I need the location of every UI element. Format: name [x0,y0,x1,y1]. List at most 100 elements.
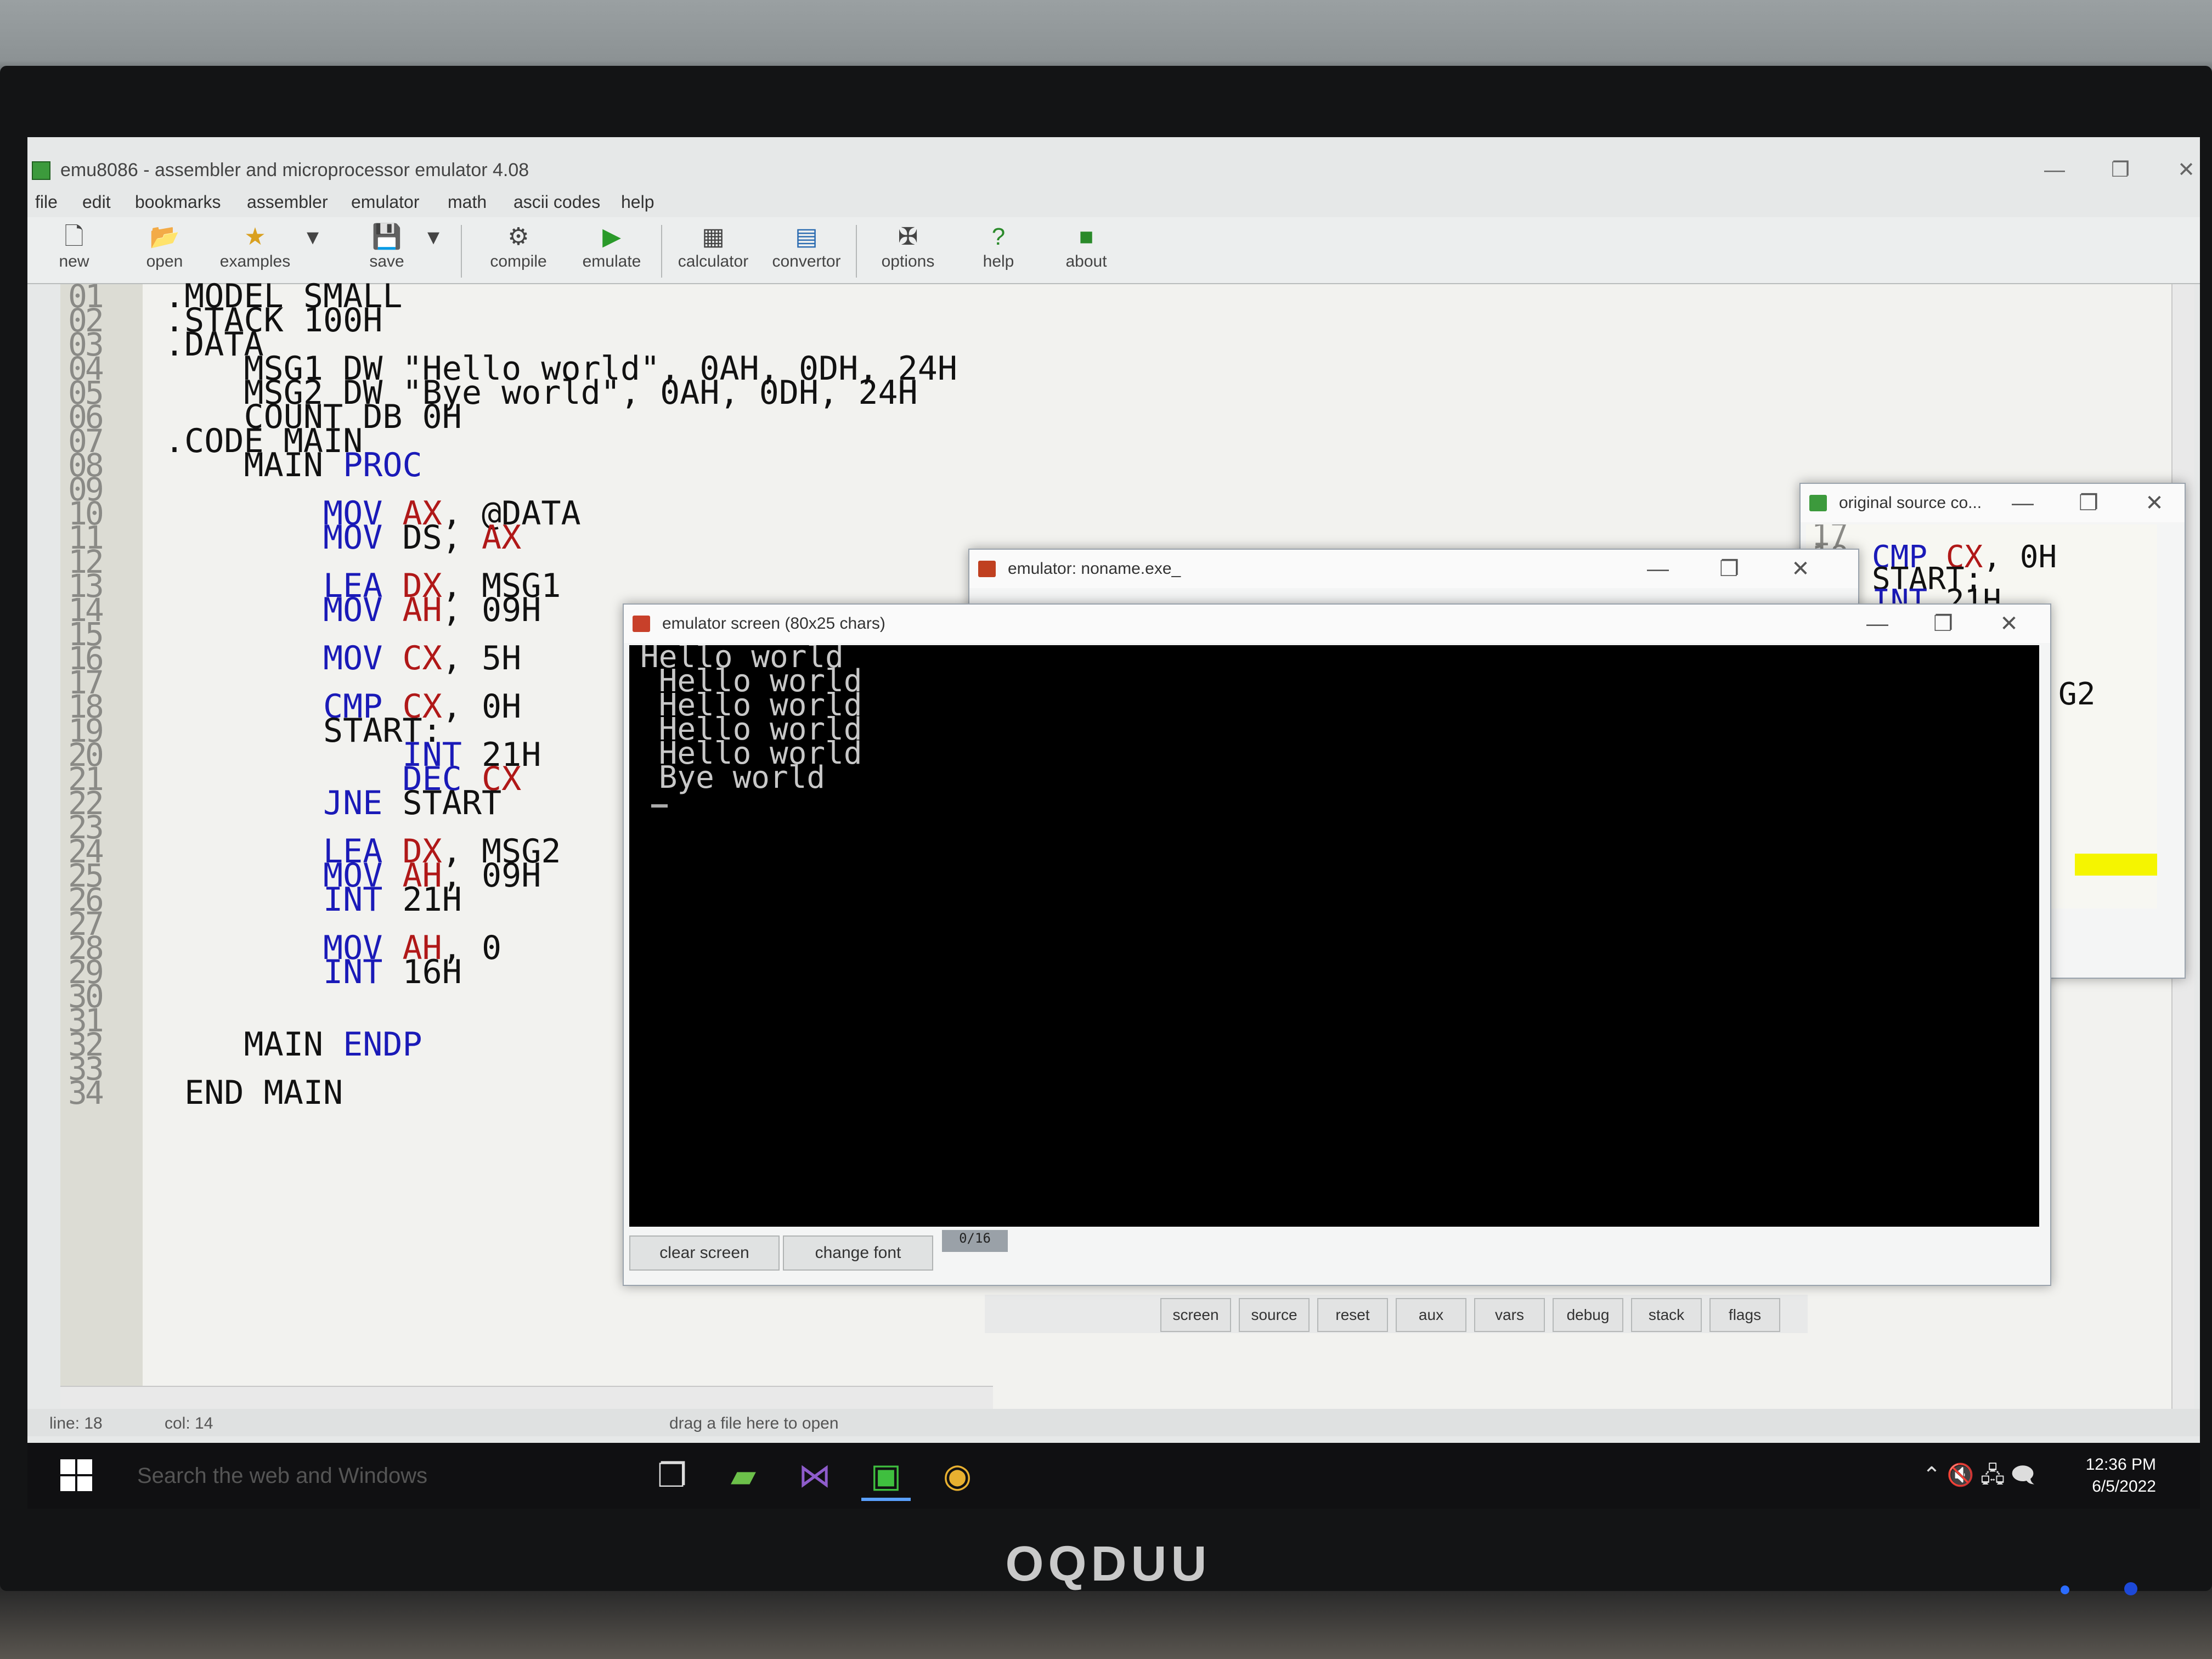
windows-logo-icon [60,1459,75,1474]
menu-bar: file edit bookmarks assembler emulator m… [27,187,2200,217]
line-number: 34 [68,1074,104,1111]
editor-horizontal-scrollbar[interactable] [60,1386,993,1409]
emulator-screen-title-bar: emulator screen (80x25 chars) — ❐ ✕ [624,605,2050,643]
options-button[interactable]: ✠ options [867,222,949,282]
code-line: END MAIN [184,1074,343,1112]
volume-muted-icon[interactable]: 🔇 [1947,1463,1974,1487]
menu-edit[interactable]: edit [82,192,111,212]
notification-icon[interactable]: 🗨 [2011,1463,2035,1487]
code-fragment: G2 [2058,676,2096,712]
console-output[interactable]: Hello world Hello world Hello world Hell… [629,645,2039,1227]
code-line: INT 16H [323,953,462,991]
menu-emulator[interactable]: emulator [351,192,420,212]
clock-time: 12:36 PM [2085,1455,2156,1474]
code-line: MAIN ENDP [244,1025,422,1064]
code-line: INT 21H [323,881,462,919]
restore-button[interactable]: ❐ [2090,154,2151,187]
toolbar: 🗋 new 📂 open ★ examples ▾ 💾 save ▾ ⚙ com… [27,217,2200,284]
save-label: save [369,252,404,270]
power-led [2061,1585,2069,1594]
maximize-button[interactable]: ❐ [2058,484,2119,522]
new-button[interactable]: 🗋 new [33,222,115,282]
menu-assembler[interactable]: assembler [247,192,328,212]
examples-dropdown[interactable]: ▾ [302,222,324,282]
emulator-title: emulator: noname.exe_ [1008,560,1181,578]
chevron-down-icon: ▾ [427,223,440,250]
taskbar-clock[interactable]: 12:36 PM 6/5/2022 [2086,1454,2156,1498]
help-icon: ? [991,223,1006,250]
system-tray[interactable]: ⌃ 🔇 🖧 🗨 [1922,1459,2035,1497]
minimize-button[interactable]: — [2024,154,2085,187]
emulator-icon [978,561,996,577]
emulator-screen-window[interactable]: emulator screen (80x25 chars) — ❐ ✕ Hell… [623,603,2051,1286]
save-button[interactable]: 💾 save [346,222,428,282]
minimize-button[interactable]: — [1847,605,1908,643]
windows-start-button[interactable] [60,1459,93,1492]
menu-help[interactable]: help [621,192,654,212]
emulate-button[interactable]: ▶ emulate [571,222,653,282]
maximize-button[interactable]: ❐ [1913,605,1973,643]
emulator-screen-button[interactable]: screen [1160,1298,1231,1332]
close-button[interactable]: ✕ [2124,484,2185,522]
emulate-label: emulate [582,252,641,270]
close-button[interactable]: ✕ [2156,154,2200,187]
emu8086-taskbar-icon[interactable]: ▣ [861,1454,911,1501]
emulator-screen-title: emulator screen (80x25 chars) [662,614,885,633]
chevron-down-icon: ▾ [306,223,319,250]
convertor-button[interactable]: ▤ convertor [765,222,848,282]
chevron-up-icon[interactable]: ⌃ [1922,1463,1941,1487]
notepad-plus-icon[interactable]: ▰ [719,1454,768,1498]
emulator-vars-button[interactable]: vars [1474,1298,1545,1332]
clear-screen-button[interactable]: clear screen [629,1235,780,1271]
toolbar-separator [661,225,662,278]
status-col: col: 14 [165,1414,213,1432]
chrome-icon[interactable]: ◉ [933,1454,982,1498]
menu-file[interactable]: file [35,192,58,212]
help-label: help [983,252,1014,270]
menu-ascii-codes[interactable]: ascii codes [514,192,600,212]
new-label: new [59,252,89,270]
emulator-flags-button[interactable]: flags [1709,1298,1780,1332]
console-line: Bye world [640,760,826,795]
visual-studio-icon[interactable]: ⋈ [790,1454,839,1498]
main-title-bar: emu8086 - assembler and microprocessor e… [27,154,2200,187]
emulator-stack-button[interactable]: stack [1631,1298,1702,1332]
change-font-button[interactable]: change font [783,1235,933,1271]
code-line: MOV AH, 09H [323,591,541,629]
taskbar-search[interactable]: Search the web and Windows [137,1443,664,1509]
about-button[interactable]: ■ about [1045,222,1127,282]
compile-icon: ⚙ [507,223,529,250]
minimize-button[interactable]: — [1993,484,2053,522]
open-button[interactable]: 📂 open [123,222,206,282]
emu8086-app-icon [32,161,50,180]
code-line: MAIN PROC [244,446,422,484]
page-counter: 0/16 [942,1230,1008,1252]
compile-button[interactable]: ⚙ compile [477,222,560,282]
menu-bookmarks[interactable]: bookmarks [135,192,221,212]
original-source-title: original source co... [1839,494,1982,512]
windows-logo-icon [77,1476,92,1491]
compile-label: compile [490,252,547,270]
emulator-reset-button[interactable]: reset [1317,1298,1388,1332]
code-line: MOV DS, AX [323,518,522,557]
maximize-button[interactable]: ❐ [1699,550,1759,588]
close-button[interactable]: ✕ [1770,550,1831,588]
network-icon[interactable]: 🖧 [1980,1463,2005,1487]
clock-date: 6/5/2022 [2092,1477,2156,1496]
menu-math[interactable]: math [448,192,487,212]
close-button[interactable]: ✕ [1979,605,2039,643]
save-dropdown[interactable]: ▾ [422,222,444,282]
power-button[interactable] [2124,1582,2137,1595]
calculator-button[interactable]: ▦ calculator [672,222,754,282]
status-drag-hint: drag a file here to open [669,1414,839,1432]
examples-button[interactable]: ★ examples [214,222,296,282]
text-cursor [651,804,668,808]
monitor-screen: emu8086 - assembler and microprocessor e… [27,137,2200,1509]
task-view-icon[interactable]: ❐ [647,1454,697,1498]
convertor-label: convertor [772,252,841,270]
minimize-button[interactable]: — [1628,550,1688,588]
help-button[interactable]: ? help [957,222,1040,282]
emulator-aux-button[interactable]: aux [1396,1298,1466,1332]
emulator-debug-button[interactable]: debug [1553,1298,1623,1332]
emulator-source-button[interactable]: source [1239,1298,1310,1332]
